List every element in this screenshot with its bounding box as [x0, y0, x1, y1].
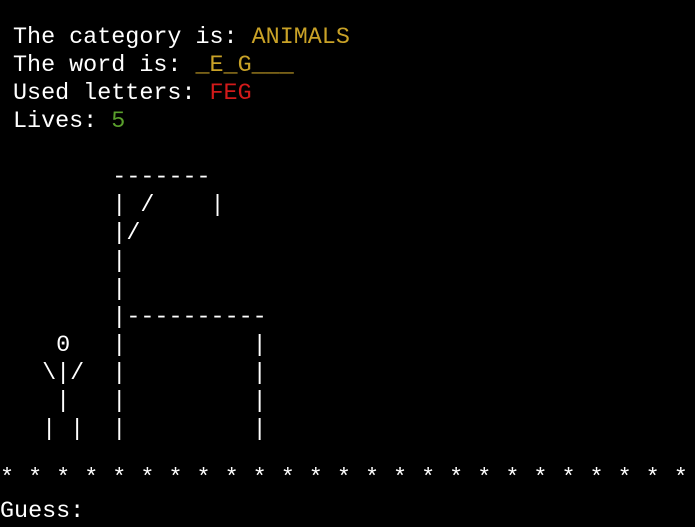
category-line: The category is: ANIMALS: [13, 24, 350, 52]
terminal-window: The category is: ANIMALS The word is: _E…: [0, 0, 695, 527]
guess-prompt[interactable]: Guess:: [0, 498, 98, 526]
category-label: The category is:: [13, 25, 252, 51]
used-letters-label: Used letters:: [13, 81, 210, 107]
hangman-gallows-art: ------- | / | |/ | | |---------- 0 | | \…: [42, 165, 267, 443]
lives-value: 5: [111, 109, 126, 135]
word-line: The word is: _E_G___: [13, 52, 294, 80]
used-letters-line: Used letters: FEG: [13, 80, 252, 108]
category-value: ANIMALS: [251, 25, 350, 51]
lives-line: Lives: 5: [13, 108, 125, 136]
word-value: _E_G___: [195, 53, 294, 79]
word-label: The word is:: [13, 53, 196, 79]
separator-line: * * * * * * * * * * * * * * * * * * * * …: [0, 466, 688, 492]
guess-label: Guess:: [0, 499, 99, 525]
used-letters-value: FEG: [209, 81, 252, 107]
lives-label: Lives:: [13, 109, 112, 135]
